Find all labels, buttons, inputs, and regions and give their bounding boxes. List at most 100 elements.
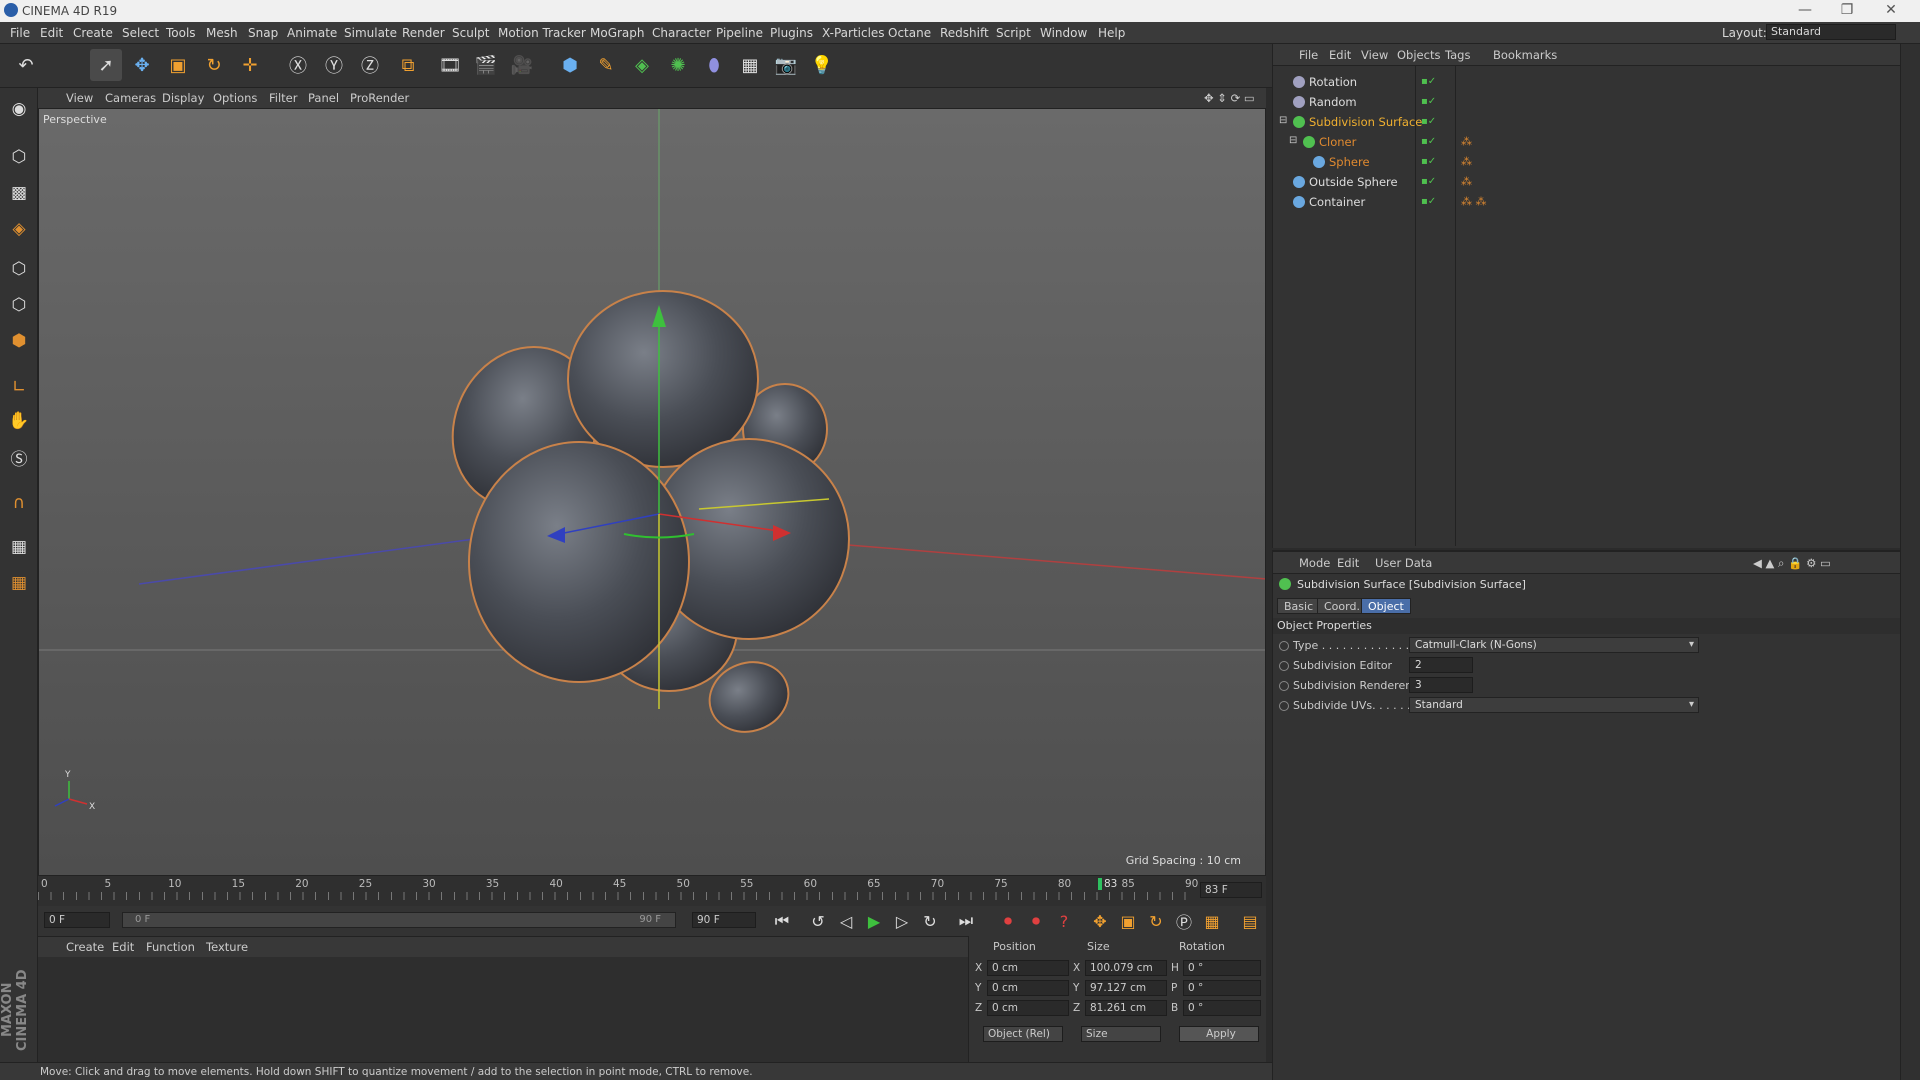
goto-next-key-icon[interactable]: ↻: [918, 909, 942, 933]
axis-mode-icon[interactable]: ∟: [4, 372, 34, 402]
obj-menu-tags[interactable]: Tags: [1445, 48, 1470, 62]
scale-tool-icon[interactable]: ▣: [162, 49, 194, 81]
animate-dot-icon[interactable]: [1279, 641, 1289, 651]
deformer-icon[interactable]: ⬮: [698, 49, 730, 81]
tag-icon[interactable]: ⁂: [1461, 175, 1472, 188]
edges-mode-icon[interactable]: ⬡: [4, 290, 34, 320]
collapse-icon[interactable]: ⊟: [1289, 135, 1297, 146]
select-tool-icon[interactable]: ➚: [90, 49, 122, 81]
goto-prev-key-icon[interactable]: ↺: [806, 909, 830, 933]
menu-mesh[interactable]: Mesh: [206, 26, 238, 40]
tab-basic[interactable]: Basic: [1277, 598, 1321, 614]
collapse-icon[interactable]: ⊟: [1279, 115, 1287, 126]
transform-tool-icon[interactable]: ✛: [234, 49, 266, 81]
layout-select[interactable]: Standard: [1766, 24, 1896, 40]
key-parameter-icon[interactable]: Ⓟ: [1172, 909, 1196, 933]
render-settings-icon[interactable]: 🎥: [506, 49, 538, 81]
coord-rot-p-field[interactable]: 0 °: [1183, 980, 1261, 996]
subdivide-uvs-dropdown[interactable]: Standard: [1409, 697, 1699, 713]
tag-icon[interactable]: ⁂ ⁂: [1461, 195, 1487, 208]
viewport-menu-display[interactable]: Display: [162, 91, 204, 105]
object-row-subdivision-surface[interactable]: ⊟ Subdivision Surface ▪✓: [1273, 112, 1901, 132]
object-row-cloner[interactable]: ⊟ Cloner ▪✓ ⁂: [1273, 132, 1901, 152]
apply-button[interactable]: Apply: [1179, 1026, 1259, 1042]
undo-icon[interactable]: ↶: [10, 49, 42, 81]
material-menu-edit[interactable]: Edit: [112, 940, 134, 954]
visibility-toggle[interactable]: ▪✓: [1421, 136, 1436, 147]
key-pla-icon[interactable]: ▦: [1200, 909, 1224, 933]
viewport-menu-filter[interactable]: Filter: [269, 91, 297, 105]
minimize-button[interactable]: —: [1790, 2, 1820, 18]
menu-redshift[interactable]: Redshift: [940, 26, 989, 40]
timeline-window-icon[interactable]: ▤: [1238, 909, 1262, 933]
material-menu-create[interactable]: Create: [66, 940, 104, 954]
mograph-cloner-icon[interactable]: ✺: [662, 49, 694, 81]
animate-dot-icon[interactable]: [1279, 681, 1289, 691]
points-mode-icon[interactable]: ⬡: [4, 254, 34, 284]
tag-icon[interactable]: ⁂: [1461, 155, 1472, 168]
workplane-mode-icon[interactable]: ◈: [4, 214, 34, 244]
menu-window[interactable]: Window: [1040, 26, 1087, 40]
floor-scene-icon[interactable]: ▦: [734, 49, 766, 81]
menu-edit[interactable]: Edit: [40, 26, 63, 40]
material-menu-function[interactable]: Function: [146, 940, 195, 954]
object-row-container[interactable]: Container ▪✓ ⁂ ⁂: [1273, 192, 1901, 212]
visibility-toggle[interactable]: ▪✓: [1421, 176, 1436, 187]
material-menu-texture[interactable]: Texture: [206, 940, 248, 954]
goto-end-icon[interactable]: ⏭: [954, 909, 978, 933]
restore-button[interactable]: ❐: [1832, 2, 1862, 18]
menu-simulate[interactable]: Simulate: [344, 26, 397, 40]
visibility-toggle[interactable]: ▪✓: [1421, 156, 1436, 167]
coordinate-system-icon[interactable]: ⧉: [392, 49, 424, 81]
menu-plugins[interactable]: Plugins: [770, 26, 813, 40]
playhead-marker[interactable]: [1098, 878, 1102, 890]
rotate-tool-icon[interactable]: ↻: [198, 49, 230, 81]
tab-object[interactable]: Object: [1361, 598, 1411, 614]
texture-mode-icon[interactable]: ▩: [4, 178, 34, 208]
workplane-icon[interactable]: ▦: [4, 532, 34, 562]
menu-pipeline[interactable]: Pipeline: [716, 26, 763, 40]
menu-file[interactable]: File: [10, 26, 30, 40]
object-row-outside-sphere[interactable]: Outside Sphere ▪✓ ⁂: [1273, 172, 1901, 192]
play-icon[interactable]: ▶: [862, 909, 886, 933]
attr-menu-user-data[interactable]: User Data: [1375, 556, 1432, 570]
preview-range-slider[interactable]: 0 F 90 F: [122, 912, 676, 928]
viewport-menu-prorender[interactable]: ProRender: [350, 91, 409, 105]
snapping-icon[interactable]: Ⓢ: [4, 442, 34, 472]
subdivision-renderer-field[interactable]: 3: [1409, 677, 1473, 693]
viewport-menu-panel[interactable]: Panel: [308, 91, 339, 105]
obj-menu-edit[interactable]: Edit: [1329, 48, 1351, 62]
cube-object-icon[interactable]: ⬢: [554, 49, 586, 81]
menu-script[interactable]: Script: [996, 26, 1031, 40]
viewport-nav-icons[interactable]: ✥ ⇕ ⟳ ▭: [1204, 91, 1255, 105]
obj-menu-objects[interactable]: Objects: [1397, 48, 1440, 62]
obj-menu-view[interactable]: View: [1361, 48, 1388, 62]
coord-size-z-field[interactable]: 81.261 cm: [1085, 1000, 1167, 1016]
polygons-mode-icon[interactable]: ⬢: [4, 326, 34, 356]
menu-snap[interactable]: Snap: [248, 26, 278, 40]
menu-motion-tracker[interactable]: Motion Tracker: [498, 26, 586, 40]
menu-animate[interactable]: Animate: [287, 26, 337, 40]
visibility-toggle[interactable]: ▪✓: [1421, 76, 1436, 87]
autokey-icon[interactable]: ⏺: [1024, 909, 1048, 933]
animate-dot-icon[interactable]: [1279, 701, 1289, 711]
object-row-rotation[interactable]: Rotation ▪✓: [1273, 72, 1901, 92]
tweak-mode-icon[interactable]: ✋: [4, 406, 34, 436]
menu-mograph[interactable]: MoGraph: [590, 26, 645, 40]
coord-mode-select[interactable]: Object (Rel): [983, 1026, 1063, 1042]
keyframe-selection-icon[interactable]: ?: [1052, 909, 1076, 933]
coord-rot-b-field[interactable]: 0 °: [1183, 1000, 1261, 1016]
timeline-ruler[interactable]: 0 5 10 15 20 25 30 35 40 45 50 55 60 65 70 75 80 85 90 83 …: [38, 876, 1266, 906]
obj-menu-bookmarks[interactable]: Bookmarks: [1493, 48, 1557, 62]
close-button[interactable]: ✕: [1876, 2, 1906, 18]
menu-octane[interactable]: Octane: [888, 26, 931, 40]
camera-icon[interactable]: 📷: [770, 49, 802, 81]
tab-coord[interactable]: Coord.: [1317, 598, 1367, 614]
current-frame-field[interactable]: 83 F: [1200, 882, 1262, 898]
make-editable-icon[interactable]: ◉: [4, 94, 34, 124]
menu-tools[interactable]: Tools: [166, 26, 196, 40]
menu-select[interactable]: Select: [122, 26, 159, 40]
key-scale-icon[interactable]: ▣: [1116, 909, 1140, 933]
attr-nav-icons[interactable]: ◀ ▲ ⌕ 🔒 ⚙ ▭: [1753, 556, 1831, 571]
object-row-sphere[interactable]: Sphere ▪✓ ⁂: [1273, 152, 1901, 172]
